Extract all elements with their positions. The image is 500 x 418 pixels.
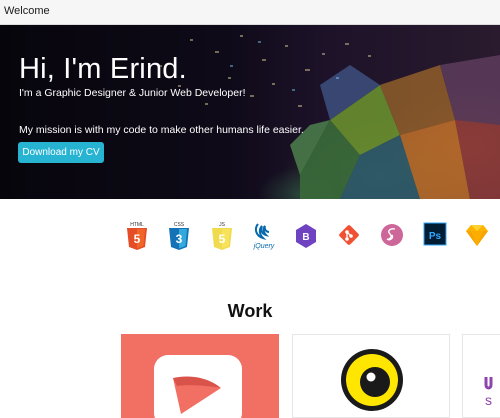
work-card-1[interactable]: [121, 334, 279, 418]
jquery-icon: jQuery: [250, 220, 278, 250]
work-section-title: Work: [227, 301, 273, 321]
js-icon: JS 5: [210, 220, 234, 250]
git-icon: [337, 220, 361, 250]
svg-text:HTML: HTML: [130, 222, 144, 228]
svg-text:5: 5: [219, 232, 226, 246]
download-cv-button[interactable]: Download my CV: [18, 142, 104, 163]
svg-text:Ps: Ps: [429, 231, 442, 242]
svg-text:s: s: [485, 392, 492, 408]
play-logo-icon: [154, 355, 242, 418]
svg-text:CSS: CSS: [174, 222, 185, 228]
svg-text:3: 3: [176, 232, 183, 246]
css3-icon: CSS 3: [167, 220, 191, 250]
eye-logo-icon: [341, 349, 403, 411]
svg-text:5: 5: [134, 232, 141, 246]
window-title: Welcome: [4, 5, 50, 17]
partial-logo-icon: s: [484, 377, 493, 408]
svg-text:jQuery: jQuery: [253, 243, 275, 250]
sass-icon: [380, 220, 404, 250]
work-card-3[interactable]: s: [462, 334, 500, 418]
hero-section: Hi, I'm Erind. I'm a Graphic Designer & …: [0, 25, 500, 199]
hero-subtitle: I'm a Graphic Designer & Junior Web Deve…: [19, 87, 246, 99]
html5-icon: HTML 5: [125, 220, 149, 250]
skills-row: HTML 5 CSS 3 JS 5 jQuery B Ps: [0, 199, 500, 279]
hero-headline: Hi, I'm Erind.: [19, 53, 187, 85]
window-titlebar: Welcome: [0, 0, 500, 25]
svg-text:B: B: [302, 232, 309, 243]
sketch-icon: [465, 220, 489, 250]
hero-mission: My mission is with my code to make other…: [19, 124, 304, 136]
work-card-2[interactable]: [292, 334, 450, 418]
photoshop-icon: Ps: [423, 220, 447, 250]
hero-background-art: [160, 35, 500, 199]
svg-text:JS: JS: [219, 222, 226, 228]
bootstrap-icon: B: [294, 220, 318, 250]
